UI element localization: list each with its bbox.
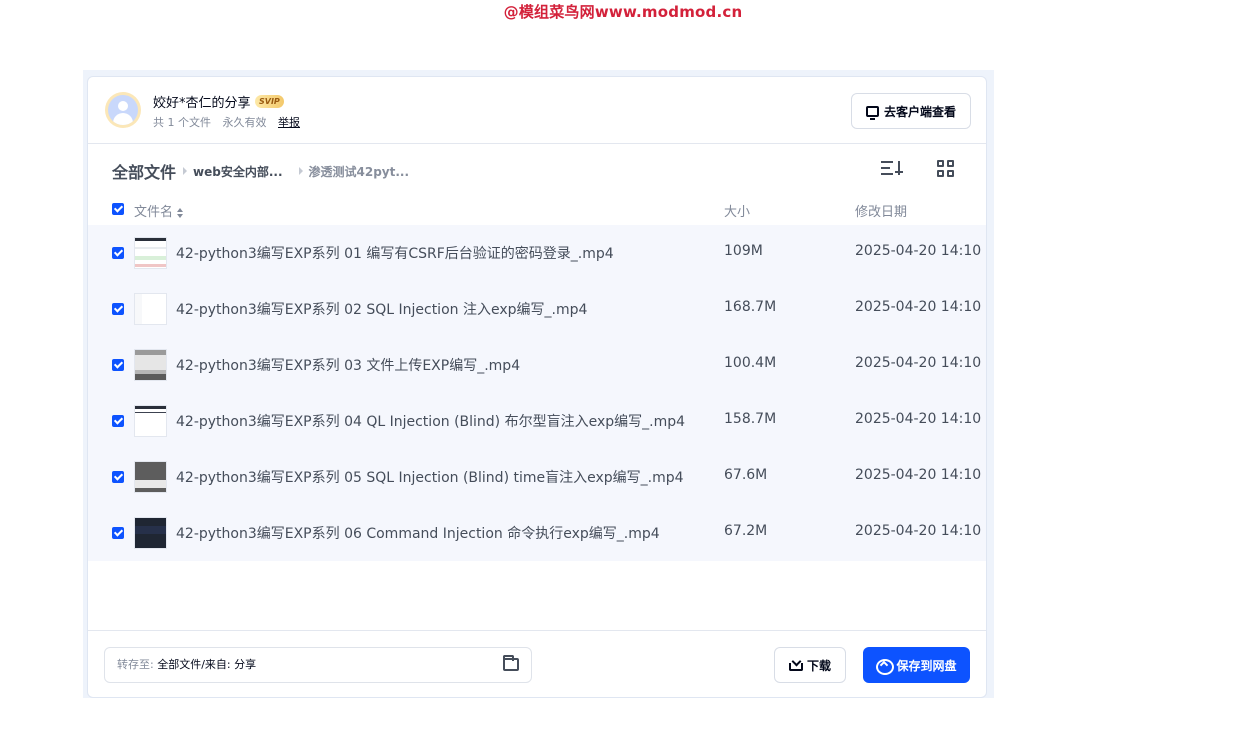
save-to-path-field[interactable]: 转存至: 全部文件/来自: 分享 xyxy=(104,647,532,683)
save-to-drive-button[interactable]: 保存到网盘 xyxy=(863,647,970,683)
save-to-label: 转存至: xyxy=(117,658,154,671)
row-checkbox[interactable] xyxy=(112,415,124,427)
file-row[interactable]: 42-python3编写EXP系列 04 QL Injection (Blind… xyxy=(88,393,986,449)
file-row[interactable]: 42-python3编写EXP系列 03 文件上传EXP编写_.mp4 100.… xyxy=(88,337,986,393)
file-size: 67.2M xyxy=(724,523,768,539)
select-all-checkbox[interactable] xyxy=(112,203,124,215)
row-checkbox[interactable] xyxy=(112,527,124,539)
row-checkbox[interactable] xyxy=(112,359,124,371)
file-size: 109M xyxy=(724,243,763,259)
sort-arrows-icon xyxy=(177,207,184,218)
file-date: 2025-04-20 14:10 xyxy=(855,243,982,259)
file-count: 共 1 个文件 xyxy=(153,116,211,129)
download-label: 下载 xyxy=(806,658,831,673)
download-icon xyxy=(788,658,803,672)
video-thumbnail xyxy=(134,517,167,549)
grid-view-icon[interactable] xyxy=(937,160,955,178)
row-checkbox[interactable] xyxy=(112,471,124,483)
file-name: 42-python3编写EXP系列 06 Command Injection 命… xyxy=(176,526,660,542)
file-row[interactable]: 42-python3编写EXP系列 05 SQL Injection (Blin… xyxy=(88,449,986,505)
file-row[interactable]: 42-python3编写EXP系列 02 SQL Injection 注入exp… xyxy=(88,281,986,337)
sort-icon[interactable] xyxy=(881,160,903,178)
file-size: 100.4M xyxy=(724,355,777,371)
file-date: 2025-04-20 14:10 xyxy=(855,467,982,483)
breadcrumb-separator-icon xyxy=(183,167,188,175)
file-date: 2025-04-20 14:10 xyxy=(855,523,982,539)
share-title: 姣好*杏仁的分享 xyxy=(153,96,251,111)
video-thumbnail xyxy=(134,293,167,325)
save-to-drive-label: 保存到网盘 xyxy=(896,658,957,673)
breadcrumb: 全部文件 web安全内部... 渗透测试42pyt... xyxy=(112,159,409,183)
monitor-icon xyxy=(865,105,879,120)
column-header-name[interactable]: 文件名 xyxy=(134,201,184,220)
file-name: 42-python3编写EXP系列 02 SQL Injection 注入exp… xyxy=(176,302,588,318)
breadcrumb-root[interactable]: 全部文件 xyxy=(112,159,176,183)
file-name: 42-python3编写EXP系列 03 文件上传EXP编写_.mp4 xyxy=(176,358,521,374)
file-list: 42-python3编写EXP系列 01 编写有CSRF后台验证的密码登录_.m… xyxy=(88,225,986,561)
action-footer: 转存至: 全部文件/来自: 分享 下载 保存到网盘 xyxy=(88,630,986,697)
row-checkbox[interactable] xyxy=(112,303,124,315)
report-link[interactable]: 举报 xyxy=(278,116,300,129)
column-header-modified: 修改日期 xyxy=(855,205,908,220)
share-header: 姣好*杏仁的分享 SVIP 共 1 个文件 永久有效 举报 去客户端查看 xyxy=(88,77,986,144)
file-size: 158.7M xyxy=(724,411,777,427)
file-name: 42-python3编写EXP系列 05 SQL Injection (Blin… xyxy=(176,470,684,486)
breadcrumb-separator-icon xyxy=(298,167,303,175)
save-to-value: 全部文件/来自: 分享 xyxy=(157,658,257,671)
file-size: 67.6M xyxy=(724,467,768,483)
video-thumbnail xyxy=(134,461,167,493)
open-in-client-button[interactable]: 去客户端查看 xyxy=(851,93,971,129)
column-header-size: 大小 xyxy=(724,205,751,220)
row-checkbox[interactable] xyxy=(112,247,124,259)
folder-icon[interactable] xyxy=(503,655,519,671)
breadcrumb-item[interactable]: web安全内部... xyxy=(193,163,283,180)
breadcrumb-current: 渗透测试42pyt... xyxy=(308,164,410,179)
avatar[interactable] xyxy=(105,92,141,128)
video-thumbnail xyxy=(134,237,167,269)
avatar-user-icon xyxy=(108,95,138,125)
download-button[interactable]: 下载 xyxy=(774,647,846,683)
open-in-client-label: 去客户端查看 xyxy=(883,104,956,119)
video-thumbnail xyxy=(134,349,167,381)
file-name: 42-python3编写EXP系列 04 QL Injection (Blind… xyxy=(176,414,686,430)
file-row[interactable]: 42-python3编写EXP系列 01 编写有CSRF后台验证的密码登录_.m… xyxy=(88,225,986,281)
svip-badge: SVIP xyxy=(255,95,284,108)
file-size: 168.7M xyxy=(724,299,777,315)
file-date: 2025-04-20 14:10 xyxy=(855,299,982,315)
file-date: 2025-04-20 14:10 xyxy=(855,355,982,371)
file-date: 2025-04-20 14:10 xyxy=(855,411,982,427)
video-thumbnail xyxy=(134,405,167,437)
file-row[interactable]: 42-python3编写EXP系列 06 Command Injection 命… xyxy=(88,505,986,561)
validity: 永久有效 xyxy=(222,116,267,129)
cloud-upload-icon xyxy=(876,658,895,675)
share-meta: 共 1 个文件 永久有效 举报 xyxy=(153,114,308,130)
watermark: @模组菜鸟网www.modmod.cn xyxy=(503,3,743,21)
share-card: 姣好*杏仁的分享 SVIP 共 1 个文件 永久有效 举报 去客户端查看 全部文… xyxy=(87,76,987,698)
file-name: 42-python3编写EXP系列 01 编写有CSRF后台验证的密码登录_.m… xyxy=(176,246,614,262)
